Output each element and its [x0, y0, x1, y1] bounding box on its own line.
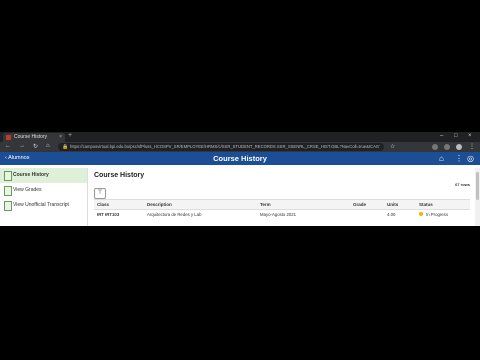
- sidebar-item-label: View Grades: [13, 187, 42, 193]
- url-text: https://campusvirtual.bpi.edu.bo/psc/sfP…: [70, 144, 380, 149]
- sidebar-item-course-history[interactable]: Course History: [0, 168, 87, 183]
- filter-icon: ⊤: [97, 190, 103, 196]
- column-header-class[interactable]: Class: [97, 202, 109, 207]
- page-title: Course History: [94, 172, 145, 179]
- browser-window: Course History × + – □ × ← → ↻ ⌂ 🔒 https…: [0, 132, 480, 226]
- row-count: 67 rows: [455, 182, 470, 187]
- scrollbar-thumb[interactable]: [476, 172, 479, 200]
- profile-avatar[interactable]: [456, 144, 462, 150]
- actions-menu-icon[interactable]: ⋮: [455, 154, 463, 163]
- filter-button[interactable]: ⊤: [94, 188, 106, 199]
- cell-units: 4.00: [387, 212, 396, 217]
- lock-icon: 🔒: [62, 144, 69, 150]
- tab-bar: Course History × + – □ ×: [0, 132, 480, 142]
- close-tab-icon[interactable]: ×: [59, 134, 62, 140]
- menu-icon[interactable]: ⋮: [469, 143, 475, 150]
- grades-icon: [4, 186, 12, 196]
- browser-tab[interactable]: Course History ×: [3, 133, 65, 142]
- column-header-grade[interactable]: Grade: [353, 202, 366, 207]
- home-icon[interactable]: ⌂: [46, 143, 50, 149]
- back-icon[interactable]: ←: [5, 143, 11, 149]
- column-header-term[interactable]: Term: [260, 202, 271, 207]
- app-title: Course History: [213, 154, 267, 163]
- address-bar[interactable]: 🔒 https://campusvirtual.bpi.edu.bo/psc/s…: [58, 143, 384, 151]
- maximize-icon[interactable]: □: [454, 133, 458, 139]
- status-in-progress-icon: [419, 212, 423, 216]
- home-icon[interactable]: ⌂: [439, 154, 444, 163]
- sidebar-item-label: Course History: [13, 172, 49, 178]
- sidebar: Course History View Grades View Unoffici…: [0, 168, 88, 226]
- minimize-icon[interactable]: –: [440, 133, 443, 139]
- navbar-icon[interactable]: ◎: [467, 154, 474, 163]
- scrollbar[interactable]: [475, 168, 480, 226]
- column-header-description[interactable]: Description: [147, 202, 172, 207]
- forward-icon[interactable]: →: [19, 143, 25, 149]
- address-toolbar: ← → ↻ ⌂ 🔒 https://campusvirtual.bpi.edu.…: [0, 142, 480, 152]
- favicon-icon: [6, 135, 11, 140]
- table-row[interactable]: IRT IRT103 Arquitectura de Redes y Lab M…: [94, 209, 470, 219]
- sidebar-item-label: View Unofficial Transcript: [13, 202, 69, 208]
- cell-term: Mayo-Agosto 2021: [260, 212, 297, 217]
- sidebar-item-view-grades[interactable]: View Grades: [0, 183, 87, 198]
- new-tab-button[interactable]: +: [68, 132, 72, 139]
- app-header: ‹ Alumnos Course History ⌂ ⋮ ◎: [0, 152, 480, 165]
- extension-icon[interactable]: [432, 144, 438, 150]
- column-header-status[interactable]: Status: [419, 202, 433, 207]
- cell-status: In Progress: [426, 212, 448, 217]
- cell-class: IRT IRT103: [97, 212, 120, 217]
- sidebar-item-unofficial-transcript[interactable]: View Unofficial Transcript: [0, 198, 87, 213]
- column-header-units[interactable]: Units: [387, 202, 398, 207]
- content-area: Course History 67 rows ⊤ Class Descripti…: [90, 168, 480, 226]
- transcript-icon: [4, 201, 12, 211]
- document-icon: [4, 171, 12, 181]
- reload-icon[interactable]: ↻: [33, 143, 38, 150]
- tab-title: Course History: [14, 134, 48, 140]
- extension-icon[interactable]: [444, 144, 450, 150]
- close-window-icon[interactable]: ×: [468, 133, 472, 139]
- cell-description: Arquitectura de Redes y Lab: [147, 212, 202, 217]
- star-icon[interactable]: ☆: [390, 143, 395, 150]
